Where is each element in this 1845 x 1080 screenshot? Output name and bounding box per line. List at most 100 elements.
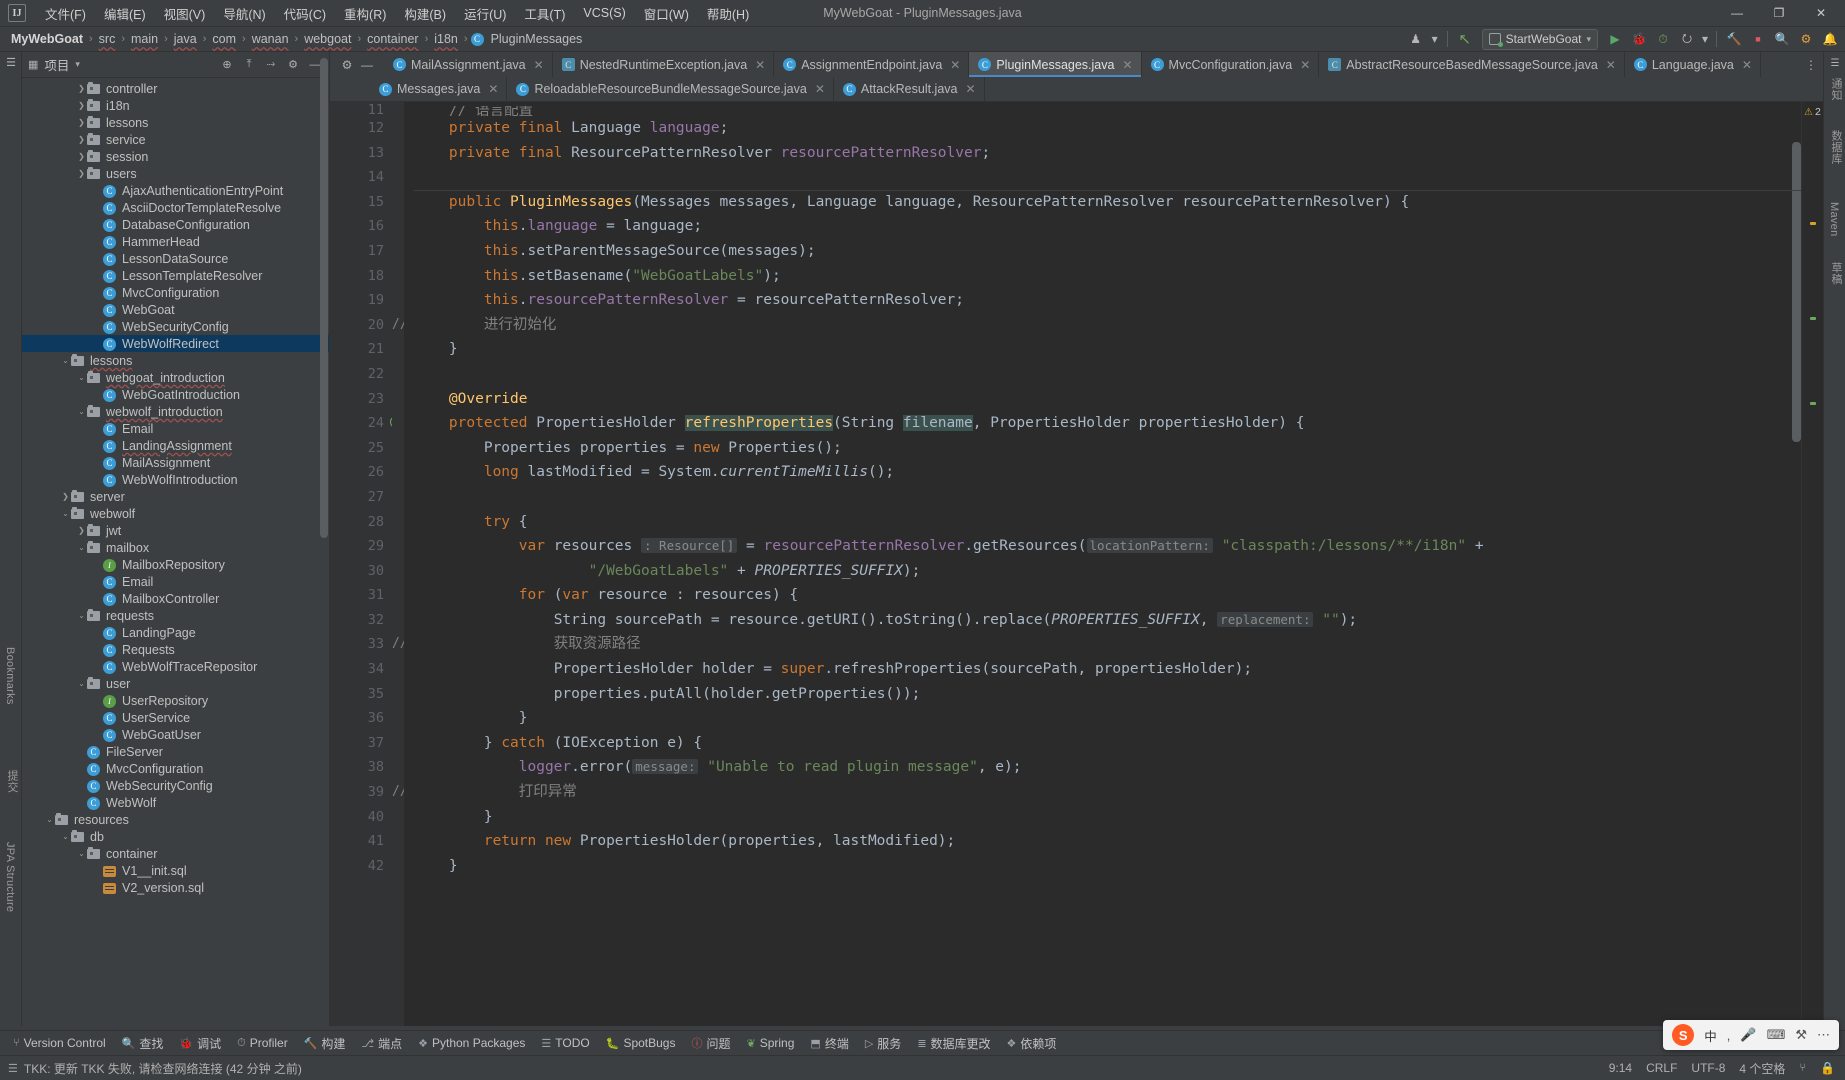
tree-item[interactable]: C LessonDataSource — [22, 250, 329, 267]
tree-item[interactable]: V2_version.sql — [22, 879, 329, 896]
inspection-gutter[interactable]: ⚠ 2 ⌃ ⌄ — [1801, 102, 1823, 1026]
breadcrumb-item-webgoat[interactable]: webgoat — [301, 31, 354, 47]
menu-build[interactable]: 构建(B) — [395, 1, 455, 26]
debug-button[interactable]: 🐞 — [1628, 29, 1650, 50]
tree-item[interactable]: ❯ controller — [22, 80, 329, 97]
editor-tab[interactable]: C ReloadableResourceBundleMessageSource.j… — [507, 77, 834, 101]
tab-close-icon[interactable]: ✕ — [965, 82, 975, 96]
notifications-tool-icon[interactable]: ☰ — [1824, 58, 1845, 69]
tab-close-icon[interactable]: ✕ — [1300, 58, 1310, 72]
comment-fold-marker[interactable]: // — [392, 780, 408, 805]
tab-close-icon[interactable]: ✕ — [488, 82, 498, 96]
tool-window-button[interactable]: ❖ 依赖项 — [1000, 1033, 1064, 1054]
tree-item[interactable]: C WebWolfIntroduction — [22, 471, 329, 488]
editor-fold-column[interactable]: // // // — [392, 102, 408, 1026]
right-strip-notifications[interactable]: 通知 — [1828, 78, 1844, 101]
code-line[interactable]: long lastModified = System.currentTimeMi… — [404, 460, 1801, 485]
tree-item[interactable]: ⌄ db — [22, 828, 329, 845]
tree-item[interactable]: C WebGoatUser — [22, 726, 329, 743]
tool-window-button[interactable]: ⑂ Version Control — [6, 1034, 113, 1052]
breadcrumb-item-java[interactable]: java — [171, 31, 200, 47]
chevron-down-icon[interactable]: ⌄ — [44, 815, 55, 824]
tree-item[interactable]: C LandingAssignment — [22, 437, 329, 454]
ime-punctuation[interactable]: , — [1727, 1028, 1731, 1043]
chevron-right-icon[interactable]: ❯ — [76, 84, 87, 93]
code-line[interactable]: String sourcePath = resource.getURI().to… — [404, 608, 1801, 633]
code-line[interactable]: this.setBasename("WebGoatLabels"); — [404, 264, 1801, 289]
code-line[interactable]: Properties properties = new Properties()… — [404, 436, 1801, 461]
tree-item[interactable]: ⌄ webwolf_introduction — [22, 403, 329, 420]
code-line[interactable] — [404, 165, 1801, 190]
tool-window-button[interactable]: 🐞 调试 — [172, 1033, 228, 1054]
chevron-down-icon[interactable]: ⌄ — [76, 679, 87, 688]
comment-fold-marker[interactable]: // — [392, 632, 408, 657]
code-line[interactable]: this.language = language; — [404, 214, 1801, 239]
editor-tab[interactable]: C MvcConfiguration.java ✕ — [1141, 52, 1320, 77]
editor-tab[interactable]: C AssignmentEndpoint.java ✕ — [774, 52, 970, 77]
tree-item[interactable]: ❯ lessons — [22, 114, 329, 131]
menu-tools[interactable]: 工具(T) — [515, 1, 574, 26]
tree-item[interactable]: C AsciiDoctorTemplateResolve — [22, 199, 329, 216]
left-strip-jpa[interactable]: JPA Structure — [4, 842, 16, 912]
tree-item[interactable]: ❯ session — [22, 148, 329, 165]
ime-toolbar[interactable]: S 中 , 🎤 ⌨ ⚒ ⋯ — [1663, 1020, 1839, 1050]
code-line[interactable]: } — [404, 854, 1801, 879]
project-header-icon-0[interactable]: ⊕ — [217, 55, 237, 75]
tool-window-button[interactable]: ☰ TODO — [534, 1034, 596, 1052]
tab-close-icon[interactable]: ✕ — [1122, 58, 1132, 72]
chevron-right-icon[interactable]: ❯ — [76, 526, 87, 535]
tree-item[interactable]: C WebGoatIntroduction — [22, 386, 329, 403]
code-line[interactable]: public PluginMessages(Messages messages,… — [404, 189, 1801, 215]
tool-window-button[interactable]: 🔨 构建 — [297, 1033, 353, 1054]
menu-view[interactable]: 视图(V) — [155, 1, 215, 26]
code-line[interactable]: this.setParentMessageSource(messages); — [404, 239, 1801, 264]
tree-item[interactable]: ⌄ container — [22, 845, 329, 862]
tree-item[interactable]: ⌄ mailbox — [22, 539, 329, 556]
tree-item[interactable]: C UserService — [22, 709, 329, 726]
file-encoding[interactable]: UTF-8 — [1691, 1061, 1725, 1075]
menu-vcs[interactable]: VCS(S) — [574, 3, 634, 23]
chevron-down-icon[interactable]: ⌄ — [76, 373, 87, 382]
tab-close-icon[interactable]: ✕ — [1742, 58, 1752, 72]
tool-window-button[interactable]: ▷ 服务 — [858, 1033, 908, 1054]
menu-file[interactable]: 文件(F) — [36, 1, 95, 26]
chevron-right-icon[interactable]: ❯ — [76, 135, 87, 144]
close-button[interactable]: ✕ — [1801, 1, 1841, 26]
tree-item[interactable]: ❯ users — [22, 165, 329, 182]
tree-item[interactable]: C WebGoat — [22, 301, 329, 318]
tab-more-icon[interactable]: ⋮ — [1805, 58, 1817, 72]
code-line[interactable] — [404, 485, 1801, 510]
code-line[interactable]: private final ResourcePatternResolver re… — [404, 141, 1801, 166]
comment-fold-marker[interactable]: // — [392, 313, 408, 338]
notification-bell-icon[interactable]: 🔔 — [1819, 29, 1841, 50]
menu-window[interactable]: 窗口(W) — [635, 1, 698, 26]
tree-item[interactable]: ⌄ resources — [22, 811, 329, 828]
lock-icon[interactable]: 🔒 — [1820, 1061, 1835, 1075]
chevron-right-icon[interactable]: ❯ — [60, 492, 71, 501]
tree-item[interactable]: C Email — [22, 573, 329, 590]
ime-mode-chinese[interactable]: 中 — [1704, 1026, 1717, 1045]
line-separator[interactable]: CRLF — [1646, 1061, 1677, 1075]
tree-item[interactable]: C MvcConfiguration — [22, 284, 329, 301]
menu-code[interactable]: 代码(C) — [275, 1, 335, 26]
editor-tab[interactable]: C NestedRuntimeException.java ✕ — [552, 52, 775, 77]
tab-close-icon[interactable]: ✕ — [755, 58, 765, 72]
editor-gutter[interactable]: 11 12 13 14 15 16 17 18 19 20 21 22 23 24 25 26 27 28 29 30… — [330, 102, 402, 1026]
tool-window-button[interactable]: ❦ Spring — [740, 1034, 802, 1052]
search-everywhere-icon[interactable]: 🔍 — [1771, 29, 1793, 50]
tree-item[interactable]: C LandingPage — [22, 624, 329, 641]
inspection-marker-info-2[interactable] — [1810, 402, 1816, 405]
run-more-icon[interactable]: ▾ — [1700, 29, 1710, 50]
coverage-button[interactable]: ⭮ — [1676, 29, 1698, 50]
tool-window-button[interactable]: ⬒ 终端 — [803, 1033, 855, 1054]
tool-window-button[interactable]: ⏱ Profiler — [230, 1034, 295, 1052]
menu-refactor[interactable]: 重构(R) — [335, 1, 395, 26]
user-dropdown-icon[interactable]: ▾ — [1429, 29, 1441, 50]
tree-item[interactable]: C WebWolf — [22, 794, 329, 811]
chevron-right-icon[interactable]: ❯ — [76, 118, 87, 127]
tree-item[interactable]: ❯ i18n — [22, 97, 329, 114]
chevron-down-icon[interactable]: ⌄ — [60, 832, 71, 841]
editor-tab[interactable]: C MailAssignment.java ✕ — [384, 52, 553, 77]
tab-settings-gear-icon[interactable]: ⚙ — [338, 58, 356, 72]
breadcrumb-item-wanan[interactable]: wanan — [249, 31, 292, 47]
